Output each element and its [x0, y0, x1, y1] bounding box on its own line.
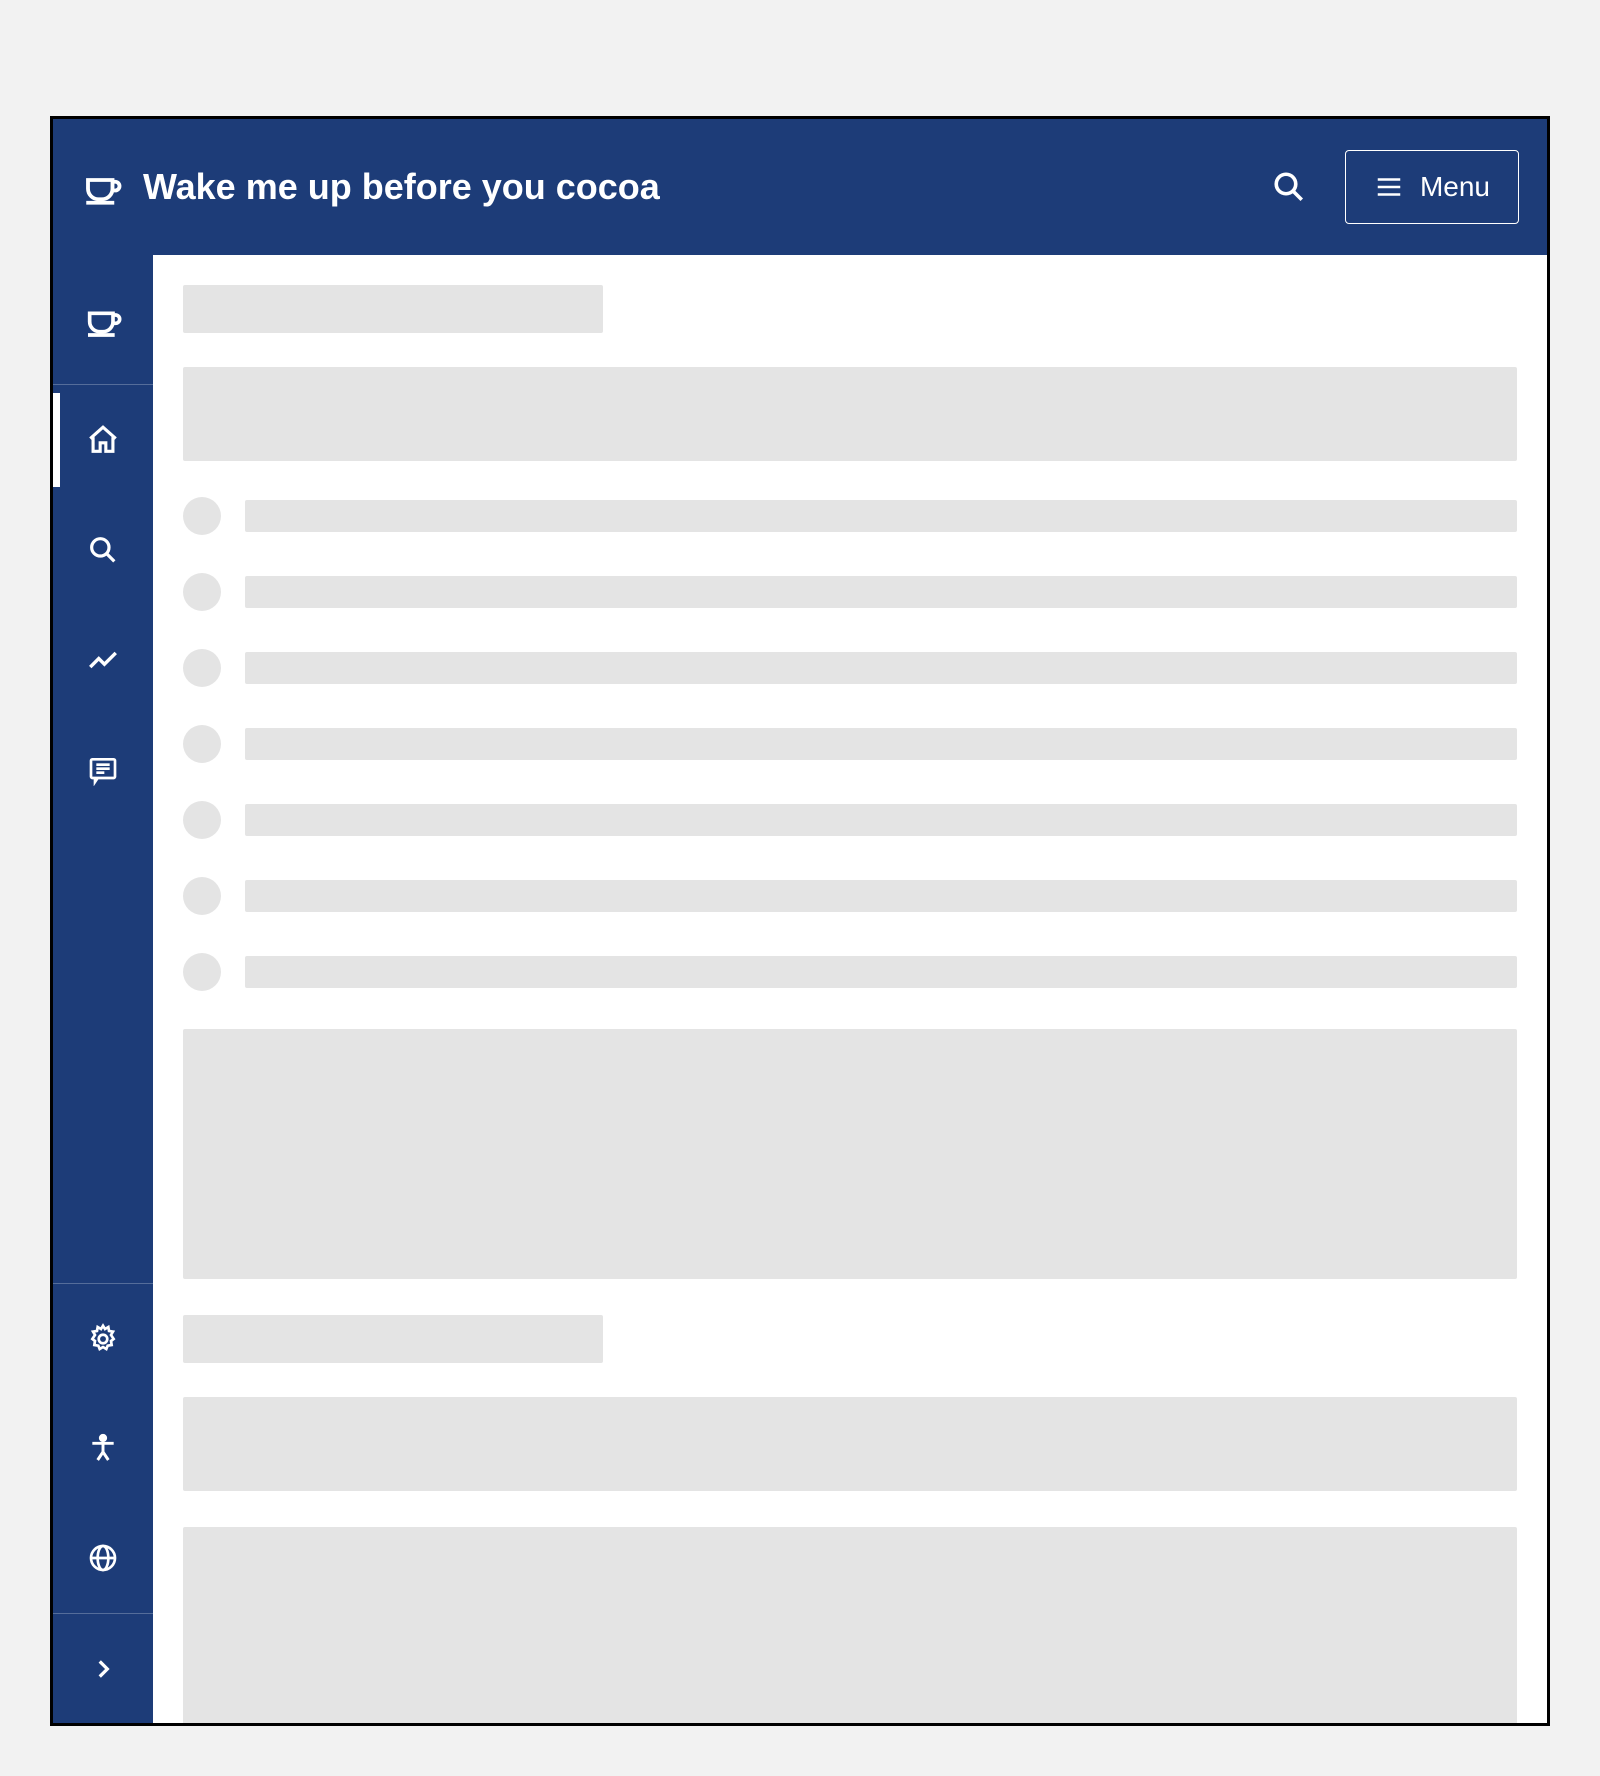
sidebar-item-messages[interactable] [53, 715, 153, 825]
skeleton-block [183, 1397, 1517, 1491]
skeleton-list-row [183, 801, 1517, 839]
search-icon [1271, 169, 1307, 205]
hamburger-icon [1374, 172, 1404, 202]
sidebar-item-settings[interactable] [53, 1283, 153, 1393]
header-logo [81, 166, 123, 208]
sidebar-item-accessibility[interactable] [53, 1393, 153, 1503]
sidebar-item-search[interactable] [53, 495, 153, 605]
skeleton-line [245, 804, 1517, 836]
settings-icon [87, 1323, 119, 1355]
header-bar: Wake me up before you cocoa [53, 119, 1547, 255]
app-title: Wake me up before you cocoa [143, 166, 1261, 208]
skeleton-block [183, 367, 1517, 461]
globe-icon [87, 1542, 119, 1574]
skeleton-list-row [183, 649, 1517, 687]
sidebar-item-language[interactable] [53, 1503, 153, 1613]
skeleton-line [245, 956, 1517, 988]
skeleton-list-row [183, 497, 1517, 535]
skeleton-block [183, 1029, 1517, 1279]
skeleton-dot [183, 573, 221, 611]
chevron-right-icon [90, 1656, 116, 1682]
coffee-icon [81, 166, 123, 208]
accessibility-icon [87, 1432, 119, 1464]
skeleton-dot [183, 953, 221, 991]
skeleton-dot [183, 497, 221, 535]
skeleton-line [245, 880, 1517, 912]
skeleton-line [245, 500, 1517, 532]
main-content [153, 255, 1547, 1723]
sidebar-item-home[interactable] [53, 385, 153, 495]
skeleton-dot [183, 649, 221, 687]
home-icon [86, 423, 120, 457]
skeleton-line [245, 652, 1517, 684]
skeleton-dot [183, 725, 221, 763]
skeleton-list-row [183, 877, 1517, 915]
skeleton-list-row [183, 573, 1517, 611]
sidebar-item-brand[interactable] [53, 255, 153, 385]
skeleton-heading [183, 1315, 603, 1363]
message-icon [87, 754, 119, 786]
coffee-icon [83, 300, 123, 340]
search-button[interactable] [1261, 159, 1317, 215]
skeleton-list-row [183, 953, 1517, 991]
skeleton-dot [183, 877, 221, 915]
menu-button-label: Menu [1420, 171, 1490, 203]
sidebar-item-expand[interactable] [53, 1613, 153, 1723]
skeleton-line [245, 576, 1517, 608]
search-icon [87, 534, 119, 566]
sidebar [53, 255, 153, 1723]
menu-button[interactable]: Menu [1345, 150, 1519, 224]
app-window: Wake me up before you cocoa [50, 116, 1550, 1726]
skeleton-list-row [183, 725, 1517, 763]
trend-icon [86, 643, 120, 677]
sidebar-item-trends[interactable] [53, 605, 153, 715]
skeleton-dot [183, 801, 221, 839]
skeleton-heading [183, 285, 603, 333]
skeleton-block [183, 1527, 1517, 1723]
skeleton-line [245, 728, 1517, 760]
